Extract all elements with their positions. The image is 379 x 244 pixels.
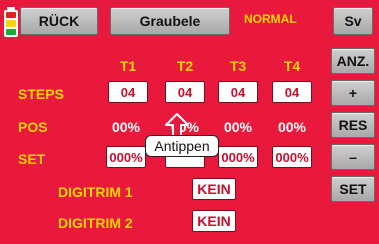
set-button[interactable]: SET	[331, 176, 375, 202]
battery-segment-red	[6, 12, 16, 19]
anz-button[interactable]: ANZ.	[331, 48, 375, 74]
digitrim-1-label: DIGITRIM 1	[58, 184, 133, 200]
battery-icon	[4, 7, 18, 37]
pos-t4-value: 00%	[277, 119, 307, 135]
res-button[interactable]: RES	[331, 112, 375, 138]
set-label: SET	[18, 151, 46, 167]
steps-t4-field[interactable]: 04	[272, 81, 312, 103]
pos-t1-value: 00%	[111, 119, 141, 135]
mode-label: NORMAL	[244, 12, 297, 26]
steps-t1-field[interactable]: 04	[108, 81, 148, 103]
column-header-t1: T1	[119, 58, 137, 74]
steps-t3-field[interactable]: 04	[218, 81, 258, 103]
battery-segment-yellow	[6, 20, 16, 27]
set-t3-field[interactable]: 000%	[218, 146, 258, 168]
corner-button[interactable]: Sv	[333, 7, 373, 35]
digitrim-2-field[interactable]: KEIN	[192, 210, 236, 232]
pos-label: POS	[18, 119, 48, 135]
steps-t2-field[interactable]: 04	[165, 81, 205, 103]
tap-hint-callout: Antippen	[145, 135, 219, 157]
column-header-t3: T3	[229, 58, 247, 74]
digitrim-2-label: DIGITRIM 2	[58, 215, 133, 231]
model-name-button[interactable]: Graubele	[110, 7, 230, 35]
column-header-t2: T2	[176, 58, 194, 74]
back-button[interactable]: RÜCK	[20, 7, 98, 35]
set-t4-field[interactable]: 000%	[272, 146, 312, 168]
plus-button[interactable]: +	[331, 80, 375, 106]
digitrim-1-field[interactable]: KEIN	[192, 178, 236, 200]
battery-segment-green	[6, 28, 16, 35]
minus-button[interactable]: –	[331, 144, 375, 170]
pos-t3-value: 00%	[223, 119, 253, 135]
column-header-t4: T4	[283, 58, 301, 74]
steps-label: STEPS	[18, 86, 64, 102]
set-t1-field[interactable]: 000%	[106, 146, 146, 168]
